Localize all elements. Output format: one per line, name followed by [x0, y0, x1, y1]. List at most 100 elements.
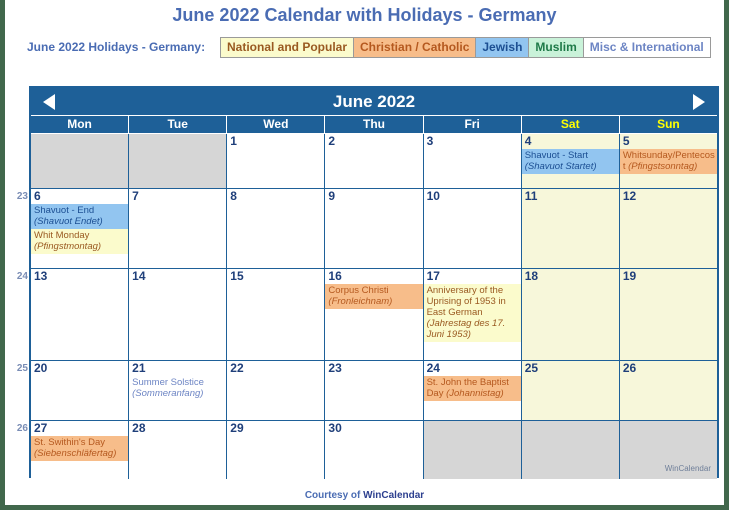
calendar-day-cell[interactable]: 7 — [129, 189, 228, 268]
calendar-day-cell[interactable]: 5 Whitsunday/Pentecost (Pfingstsonntag) — [619, 134, 717, 188]
calendar-day-cell[interactable]: 14 — [129, 269, 228, 360]
day-number: 27 — [34, 421, 48, 435]
holiday-name: Shavuot - Start — [524, 150, 589, 161]
day-number: 11 — [524, 189, 538, 203]
day-number: 23 — [328, 361, 342, 375]
calendar-day-cell[interactable]: 20 — [31, 361, 130, 420]
day-number: 28 — [132, 421, 146, 435]
calendar-day-cell[interactable]: 26 — [619, 361, 717, 420]
page-title: June 2022 Calendar with Holidays - Germa… — [172, 5, 557, 25]
week-number: 24 — [16, 271, 28, 282]
calendar-day-cell[interactable]: 10 — [423, 189, 522, 268]
calendar-day-cell[interactable]: 15 — [227, 269, 326, 360]
calendar-day-cell[interactable]: 24 St. John the Baptist Day (Johannistag) — [423, 361, 522, 420]
next-month-arrow-icon[interactable] — [693, 94, 705, 110]
calendar-day-cell[interactable]: 19 — [619, 269, 717, 360]
holiday-event[interactable]: Corpus Christi (Fronleichnam) — [325, 284, 423, 309]
weekday-header-sun: Sun — [657, 117, 680, 131]
holiday-name: Shavuot - End — [34, 205, 95, 216]
calendar-day-cell[interactable]: 1 — [227, 134, 326, 188]
holiday-event[interactable]: Whit Monday (Pfingstmontag) — [31, 229, 129, 254]
day-number: 3 — [426, 134, 434, 148]
day-number: 26 — [622, 361, 637, 375]
weekday-header-sat: Sat — [522, 116, 620, 133]
calendar-day-cell[interactable]: 18 — [521, 269, 620, 360]
watermark: WinCalendar — [664, 464, 711, 473]
holiday-name: St. Swithin's Day — [34, 437, 105, 448]
calendar-day-cell-empty — [521, 421, 620, 479]
calendar-day-cell[interactable]: 28 — [129, 421, 228, 479]
calendar-day-cell[interactable]: 23 — [325, 361, 424, 420]
calendar-day-cell[interactable]: 12 — [619, 189, 717, 268]
day-number: 9 — [328, 189, 336, 203]
calendar-day-cell[interactable]: 8 — [227, 189, 326, 268]
day-number: 5 — [622, 134, 630, 148]
day-number: 18 — [524, 269, 539, 283]
legend-chip[interactable]: Misc & International — [582, 37, 711, 58]
holiday-event[interactable]: St. John the Baptist Day (Johannistag) — [423, 376, 521, 401]
calendar-day-cell[interactable]: 17 Anniversary of the Uprising of 1953 in… — [423, 269, 522, 360]
week-number: 25 — [16, 363, 28, 374]
calendar-day-cell-empty — [129, 134, 228, 188]
weekday-header-row: Mon Tue Wed Thu Fri Sat Sun — [31, 116, 717, 134]
calendar-day-cell[interactable]: 11 — [521, 189, 620, 268]
day-number: 10 — [426, 189, 440, 203]
calendar-week-row: 26 27 St. Swithin's Day (Siebenschläfertag… — [17, 421, 717, 479]
calendar-day-cell[interactable]: 13 — [31, 269, 130, 360]
calendar-day-cell[interactable]: 22 — [227, 361, 326, 420]
day-number: 14 — [132, 269, 146, 283]
footer-prefix: Courtesy of — [304, 490, 364, 501]
calendar-day-cell[interactable]: 30 — [325, 421, 424, 479]
calendar-day-cell[interactable]: 6 Shavuot - End (Shavuot Endet) Whit Monda… — [31, 189, 130, 268]
holiday-native-name: (Pfingstsonntag) — [628, 161, 698, 172]
day-number: 2 — [328, 134, 336, 148]
calendar-week-row: 1 2 3 4 Shavuot - Start (Shavuot Startet) 5 Wh… — [31, 134, 717, 189]
week-number: 26 — [16, 423, 28, 434]
legend-chip[interactable]: Jewish — [475, 37, 530, 58]
calendar-day-cell[interactable]: 25 — [521, 361, 620, 420]
holiday-event[interactable]: St. Swithin's Day (Siebenschläfertag) — [31, 436, 129, 461]
day-number: 20 — [34, 361, 48, 375]
calendar-day-cell[interactable]: 29 — [227, 421, 326, 479]
holiday-event[interactable]: Summer Solstice (Sommeranfang) — [129, 376, 226, 401]
weekday-header-fri: Fri — [424, 116, 522, 133]
day-number: 22 — [230, 361, 244, 375]
holiday-native-name: (Pfingstmontag) — [34, 241, 102, 252]
calendar-day-cell[interactable]: 16 Corpus Christi (Fronleichnam) — [325, 269, 424, 360]
holiday-event[interactable]: Shavuot - Start (Shavuot Startet) — [521, 149, 619, 174]
month-title: June 2022 — [332, 92, 416, 111]
holiday-native-name: (Fronleichnam) — [328, 296, 393, 307]
day-number: 16 — [328, 269, 342, 283]
day-number: 25 — [524, 361, 539, 375]
calendar-day-cell[interactable]: 2 — [325, 134, 424, 188]
holiday-event[interactable]: Shavuot - End (Shavuot Endet) — [31, 204, 129, 229]
calendar-day-cell[interactable]: 3 — [423, 134, 522, 188]
day-number: 4 — [524, 134, 532, 148]
calendar-week-row: 25 20 21 Summer Solstice (Sommeranfang) 22 23… — [17, 361, 717, 421]
calendar-day-cell-empty — [423, 421, 522, 479]
holiday-event[interactable]: Whitsunday/Pentecost (Pfingstsonntag) — [619, 149, 717, 174]
calendar-week-row: 23 6 Shavuot - End (Shavuot Endet) Whit Mon… — [17, 189, 717, 269]
calendar-day-cell[interactable]: 21 Summer Solstice (Sommeranfang) — [129, 361, 228, 420]
weekday-header-tue: Tue — [129, 116, 228, 133]
calendar-week-row: 24 13 14 15 16 Corpus Christi (Fronleichnam) 1… — [17, 269, 717, 361]
day-number: 19 — [622, 269, 637, 283]
calendar-day-cell-empty — [31, 134, 130, 188]
legend-chip[interactable]: National and Popular — [220, 37, 355, 58]
footer-brand: WinCalendar — [363, 490, 425, 501]
holiday-name: Summer Solstice — [132, 377, 204, 388]
holiday-native-name: (Siebenschläfertag) — [34, 448, 117, 459]
legend-label: June 2022 Holidays - Germany: — [27, 40, 206, 54]
calendar-day-cell[interactable]: 27 St. Swithin's Day (Siebenschläfertag) — [31, 421, 130, 479]
footer-credit: Courtesy of WinCalendar — [5, 490, 724, 501]
holiday-native-name: (Jahrestag des 17. Juni 1953) — [426, 318, 506, 340]
holiday-event[interactable]: Anniversary of the Uprising of 1953 in E… — [423, 284, 521, 342]
legend-chip[interactable]: Christian / Catholic — [353, 37, 477, 58]
calendar-day-cell[interactable]: 9 — [325, 189, 424, 268]
legend-chip[interactable]: Muslim — [528, 37, 584, 58]
day-number: 12 — [622, 189, 637, 203]
calendar-day-cell[interactable]: 4 Shavuot - Start (Shavuot Startet) — [521, 134, 620, 188]
day-number: 8 — [230, 189, 237, 203]
holiday-native-name: (Shavuot Endet) — [34, 216, 103, 227]
calendar-grid: 1 2 3 4 Shavuot - Start (Shavuot Startet) 5 Wh… — [17, 134, 717, 479]
